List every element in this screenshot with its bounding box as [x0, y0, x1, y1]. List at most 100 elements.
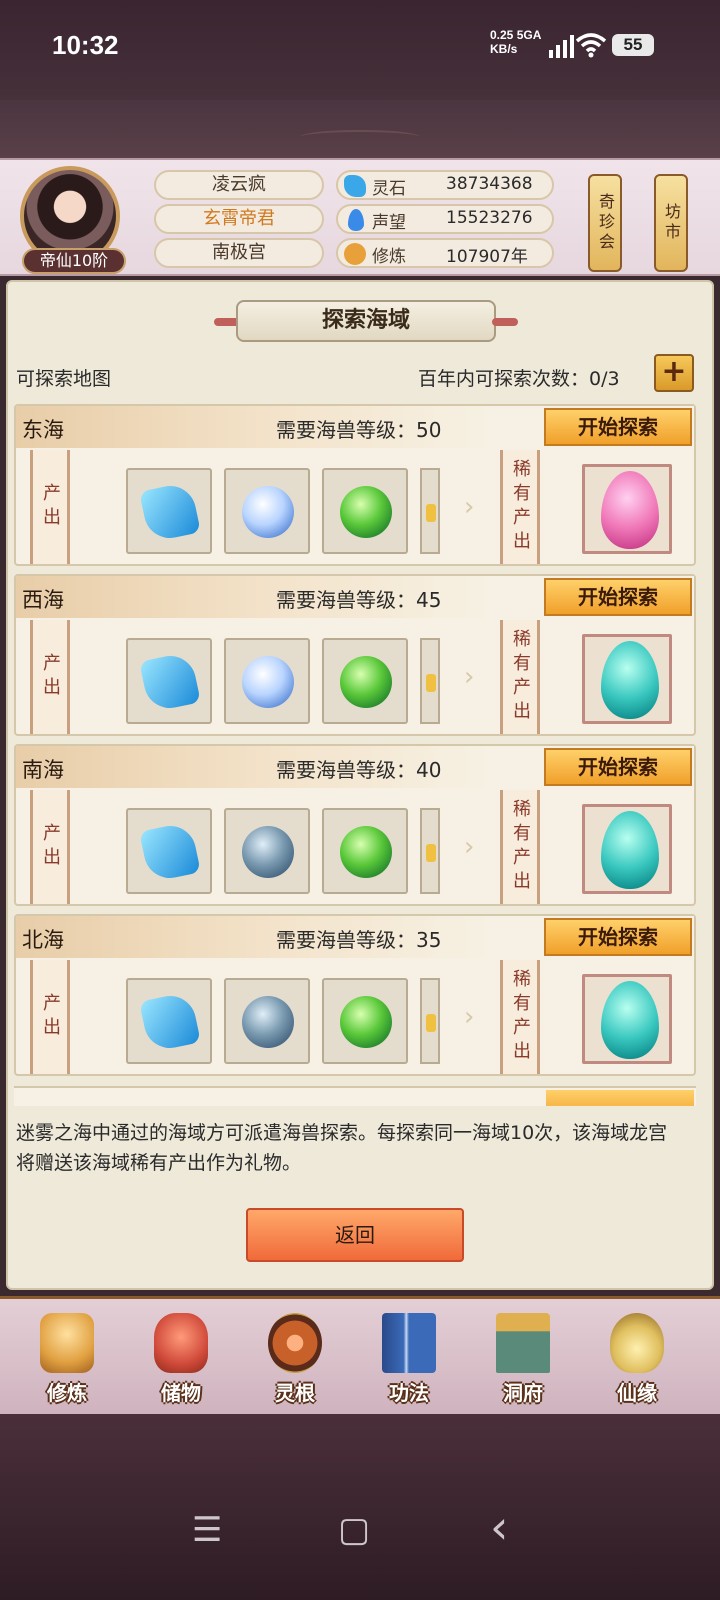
- sea-requirement: 需要海兽等级：40: [276, 758, 442, 782]
- cave-palace-icon: [496, 1313, 550, 1373]
- add-explore-count-button[interactable]: +: [654, 354, 694, 392]
- market-button[interactable]: 坊市: [654, 174, 688, 272]
- explore-sea-panel: 探索海域 可探索地图 百年内可探索次数：0/3 + 东海 需要海兽等级：50 开…: [6, 280, 714, 1290]
- sea-name: 南海: [22, 758, 64, 782]
- prestige-icon: [348, 209, 364, 231]
- output-item-slot[interactable]: [322, 468, 408, 554]
- output-item-slot[interactable]: [322, 808, 408, 894]
- green-orb-icon: [340, 486, 392, 538]
- player-sect: 南极宫: [154, 238, 324, 268]
- signal-icon: [549, 35, 574, 58]
- green-orb-icon: [340, 996, 392, 1048]
- output-item-slot[interactable]: [224, 808, 310, 894]
- sea-card-header: 南海 需要海兽等级：40 开始探索: [16, 746, 694, 788]
- output-item-slot[interactable]: [224, 978, 310, 1064]
- rare-output-slot[interactable]: [582, 634, 672, 724]
- explore-description: 迷雾之海中通过的海域方可派遣海兽探索。每探索同一海域10次，该海域龙宫将赠送该海…: [16, 1122, 668, 1174]
- nav-technique[interactable]: 功法: [364, 1309, 454, 1409]
- sea-card-west: 西海 需要海兽等级：45 开始探索 产出 › 稀有产出: [14, 574, 696, 736]
- output-item-slot[interactable]: [126, 978, 212, 1064]
- teal-egg-icon: [601, 641, 659, 719]
- spirit-stone-icon: [344, 175, 366, 197]
- output-scroll-label: 产出: [30, 960, 70, 1074]
- sea-requirement: 需要海兽等级：45: [276, 588, 442, 612]
- menu-icon[interactable]: ☰: [192, 1510, 222, 1550]
- rare-output-scroll-label: 稀有产出: [500, 960, 540, 1074]
- sea-name: 东海: [22, 418, 64, 442]
- nav-label: 储物: [161, 1381, 201, 1405]
- sea-requirement: 需要海兽等级：50: [276, 418, 442, 442]
- resource-cultivation: 修炼 107907年: [336, 238, 554, 268]
- output-item-slot-partial[interactable]: [420, 978, 440, 1064]
- player-name: 凌云疯: [154, 170, 324, 200]
- sea-card-north: 北海 需要海兽等级：35 开始探索 产出 › 稀有产出: [14, 914, 696, 1076]
- rare-output-slot[interactable]: [582, 464, 672, 554]
- output-item-slot[interactable]: [224, 638, 310, 724]
- ice-crystal-icon: [139, 481, 201, 543]
- back-button[interactable]: 返回: [246, 1208, 464, 1262]
- start-explore-button-partial[interactable]: [546, 1090, 694, 1106]
- cultivation-icon: [40, 1313, 94, 1373]
- output-item-slot[interactable]: [126, 808, 212, 894]
- rare-output-slot[interactable]: [582, 974, 672, 1064]
- white-orb-icon: [242, 656, 294, 708]
- rare-output-scroll-label: 稀有产出: [500, 790, 540, 904]
- player-header: 帝仙10阶 凌云疯 玄霄帝君 南极宫 灵石 38734368 声望 155232…: [0, 158, 720, 276]
- resource-prestige: 声望 15523276: [336, 204, 554, 234]
- start-explore-button[interactable]: 开始探索: [544, 408, 692, 446]
- top-decoration-band: [0, 100, 720, 158]
- output-item-slot-partial[interactable]: [420, 468, 440, 554]
- net-type: 5GA: [516, 28, 542, 42]
- treasure-fair-button[interactable]: 奇珍会: [588, 174, 622, 272]
- output-scroll-label: 产出: [30, 620, 70, 734]
- start-explore-button[interactable]: 开始探索: [544, 748, 692, 786]
- nav-storage[interactable]: 储物: [136, 1309, 226, 1409]
- output-item-slot[interactable]: [224, 468, 310, 554]
- output-item-slot[interactable]: [322, 638, 408, 724]
- chevron-right-icon: ›: [464, 492, 475, 522]
- chevron-right-icon: ›: [464, 832, 475, 862]
- resource-label: 修炼: [372, 247, 406, 267]
- home-icon[interactable]: ▢: [338, 1510, 370, 1550]
- back-icon[interactable]: ‹: [490, 1500, 508, 1554]
- clock: 10:32: [52, 30, 119, 60]
- teal-egg-icon: [601, 981, 659, 1059]
- white-orb-icon: [242, 486, 294, 538]
- panel-title: 探索海域: [236, 300, 496, 342]
- nav-immortal-fate[interactable]: 仙缘: [592, 1309, 682, 1409]
- nav-spirit-root[interactable]: 灵根: [250, 1309, 340, 1409]
- sea-card-south: 南海 需要海兽等级：40 开始探索 产出 › 稀有产出: [14, 744, 696, 906]
- sea-card-east: 东海 需要海兽等级：50 开始探索 产出 › 稀有产出: [14, 404, 696, 566]
- nav-label: 功法: [389, 1381, 429, 1405]
- chevron-right-icon: ›: [464, 662, 475, 692]
- battery-indicator: 55: [612, 34, 654, 56]
- ice-crystal-icon: [139, 991, 201, 1053]
- output-item-slot[interactable]: [126, 638, 212, 724]
- bottom-nav: 修炼 储物 灵根 功法 洞府 仙缘: [0, 1296, 720, 1414]
- nav-cave-palace[interactable]: 洞府: [478, 1309, 568, 1409]
- system-nav-bar: ☰ ▢ ‹: [0, 1414, 720, 1600]
- output-scroll-label: 产出: [30, 790, 70, 904]
- nav-label: 灵根: [275, 1381, 315, 1405]
- sea-requirement: 需要海兽等级：35: [276, 928, 442, 952]
- output-item-slot-partial[interactable]: [420, 808, 440, 894]
- sea-card-partial[interactable]: [14, 1086, 696, 1106]
- start-explore-button[interactable]: 开始探索: [544, 578, 692, 616]
- output-item-slot[interactable]: [322, 978, 408, 1064]
- output-item-slot-partial[interactable]: [420, 638, 440, 724]
- technique-book-icon: [382, 1313, 436, 1373]
- sea-card-header: 西海 需要海兽等级：45 开始探索: [16, 576, 694, 618]
- net-speed-value: 0.25: [490, 28, 514, 42]
- teal-egg-icon: [601, 811, 659, 889]
- network-speed: 0.25 5GA KB/s: [490, 28, 541, 56]
- rare-output-slot[interactable]: [582, 804, 672, 894]
- sea-name: 西海: [22, 588, 64, 612]
- resource-label: 声望: [372, 213, 406, 233]
- explorable-map-label: 可探索地图: [16, 368, 112, 390]
- nav-cultivation[interactable]: 修炼: [22, 1309, 112, 1409]
- wifi-icon: [575, 33, 607, 58]
- output-item-slot[interactable]: [126, 468, 212, 554]
- pink-egg-icon: [601, 471, 659, 549]
- resource-label: 灵石: [372, 179, 406, 199]
- start-explore-button[interactable]: 开始探索: [544, 918, 692, 956]
